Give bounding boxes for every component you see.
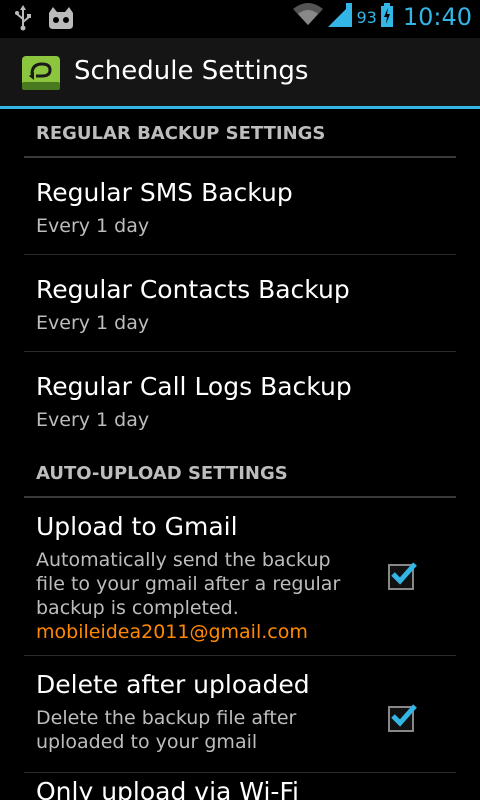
status-bar: 93 10:40 [0, 0, 480, 38]
pref-delete-after-uploaded[interactable]: Delete after uploaded Delete the backup … [24, 656, 456, 773]
delete-after-uploaded-checkbox[interactable] [388, 704, 417, 732]
check-icon [391, 704, 417, 727]
summary-line: file to your gmail after a regular [36, 573, 341, 595]
page-title: Schedule Settings [74, 56, 309, 86]
section-header-label: AUTO-UPLOAD SETTINGS [36, 463, 288, 484]
app-logo-icon[interactable] [20, 52, 62, 94]
section-header-label: REGULAR BACKUP SETTINGS [36, 123, 326, 144]
pref-summary: Automatically send the backup file to yo… [36, 548, 340, 644]
section-header-regular-backup: REGULAR BACKUP SETTINGS [24, 109, 456, 158]
summary-line: Automatically send the backup [36, 549, 331, 571]
check-icon [391, 562, 417, 585]
clock: 10:40 [402, 3, 472, 31]
summary-line: uploaded to your gmail [36, 731, 258, 753]
section-header-auto-upload: AUTO-UPLOAD SETTINGS [24, 449, 456, 498]
wifi-icon [292, 3, 324, 31]
battery-percent: 93 [356, 7, 377, 27]
battery-charging-icon [380, 3, 393, 31]
pref-summary: Every 1 day [36, 409, 150, 431]
pref-title: Regular Contacts Backup [36, 275, 350, 304]
pref-title: Upload to Gmail [36, 512, 238, 541]
gmail-account: mobileidea2011@gmail.com [36, 621, 308, 643]
action-bar: Schedule Settings [0, 38, 480, 106]
upload-to-gmail-checkbox[interactable] [388, 562, 417, 590]
pref-summary: Every 1 day [36, 215, 150, 237]
pref-regular-contacts-backup[interactable]: Regular Contacts Backup Every 1 day [24, 255, 456, 352]
pref-title: Delete after uploaded [36, 670, 310, 699]
pref-summary: Every 1 day [36, 312, 150, 334]
pref-title: Regular SMS Backup [36, 178, 293, 207]
pref-upload-to-gmail[interactable]: Upload to Gmail Automatically send the b… [24, 498, 456, 656]
pref-regular-call-logs-backup[interactable]: Regular Call Logs Backup Every 1 day [24, 352, 456, 449]
summary-line: Delete the backup file after [36, 707, 297, 729]
pref-title: Only upload via Wi-Fi [36, 777, 299, 800]
pref-title: Regular Call Logs Backup [36, 372, 352, 401]
signal-icon [328, 3, 353, 31]
pref-summary: Delete the backup file after uploaded to… [36, 706, 296, 754]
settings-list[interactable]: REGULAR BACKUP SETTINGS Regular SMS Back… [0, 109, 480, 800]
summary-line: backup is completed. [36, 597, 239, 619]
pref-only-upload-via-wifi[interactable]: Only upload via Wi-Fi [24, 773, 456, 800]
usb-icon [14, 5, 32, 35]
android-debug-icon [46, 5, 76, 35]
pref-regular-sms-backup[interactable]: Regular SMS Backup Every 1 day [24, 158, 456, 255]
